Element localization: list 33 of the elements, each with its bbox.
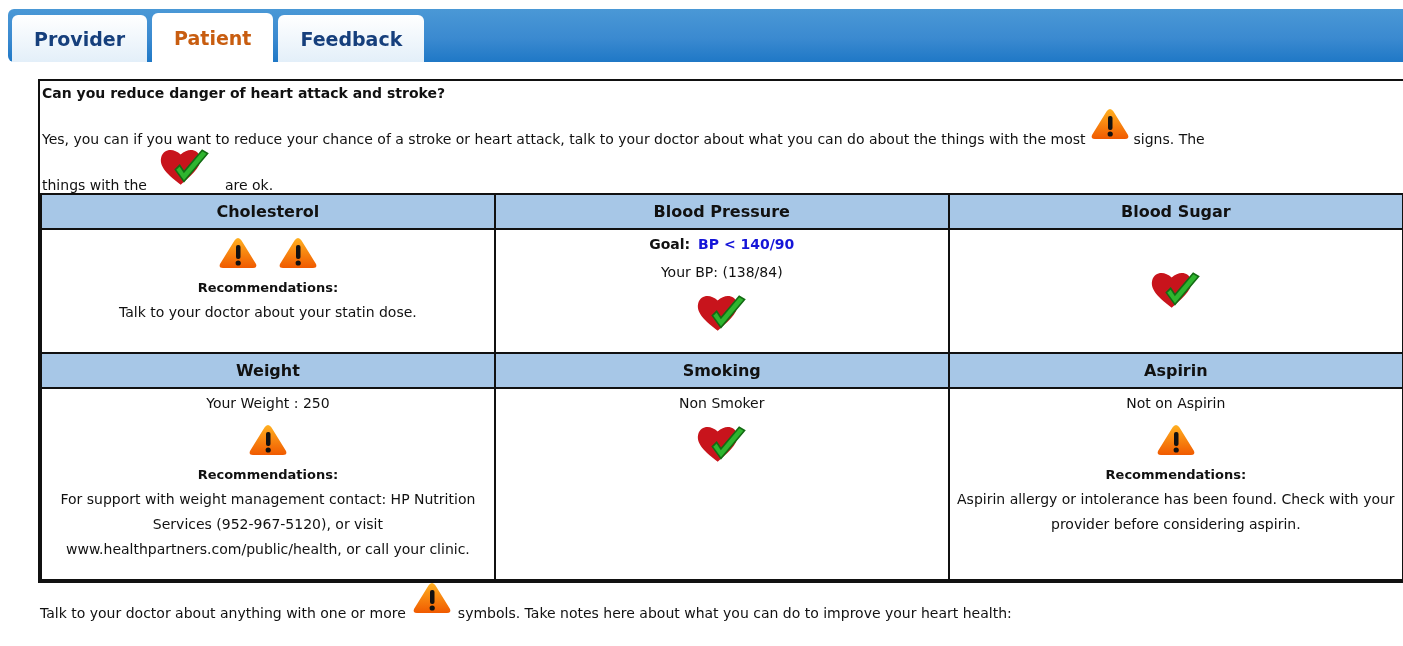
cell-text: Talk to your doctor about your statin dose. <box>119 303 417 322</box>
goal-label: Goal: <box>649 235 691 254</box>
column-header: Cholesterol <box>41 194 495 229</box>
column-header: Smoking <box>494 353 949 388</box>
cell-text: Non Smoker <box>679 394 765 413</box>
column-header: Blood Sugar <box>948 194 1403 229</box>
warning-icon <box>1155 423 1196 457</box>
intro-text: things with the <box>42 177 147 193</box>
cell-text: For support with weight management contact: HP Nutrition Services (952-967-5120), or visit www.healthpartners.com/public/health, or call your clinic. <box>59 490 477 559</box>
cell-text: Your BP: (138/84) <box>660 263 783 282</box>
footer-text: symbols. Take notes here about what you can do to improve your heart health: <box>457 605 1012 621</box>
tab[interactable]: Feedback <box>278 15 425 62</box>
recommendations-label: Recommendations: <box>197 279 339 297</box>
intro-text: Yes, you can if you want to reduce your chance of a stroke or heart attack, talk to your doctor about what you can do about the things with the most <box>42 131 1086 147</box>
warning-icon <box>277 236 318 270</box>
column-header: Weight <box>41 353 495 388</box>
recommendations-label: Recommendations: <box>197 466 339 484</box>
tab[interactable]: Provider <box>12 15 148 62</box>
intro-text: are ok. <box>224 177 274 193</box>
goal-value: BP < 140/90 <box>698 235 795 254</box>
intro-text: signs. The <box>1133 131 1205 147</box>
tab[interactable]: Patient <box>152 13 274 62</box>
warning-icon <box>247 423 288 457</box>
warning-icon <box>217 236 258 270</box>
footer-text: Talk to your doctor about anything with one or more <box>40 605 406 621</box>
section-heading: Can you reduce danger of heart attack and stroke? <box>42 85 447 103</box>
cell-text: Not on Aspirin <box>1126 394 1226 413</box>
cell-text: Your Weight : 250 <box>206 394 330 413</box>
warning-icon <box>1089 107 1130 141</box>
column-header: Blood Pressure <box>494 194 949 229</box>
cell-text: Aspirin allergy or intolerance has been found. Check with your provider before considering aspirin. <box>956 490 1396 534</box>
recommendations-label: Recommendations: <box>1105 466 1247 484</box>
column-header: Aspirin <box>948 353 1403 388</box>
